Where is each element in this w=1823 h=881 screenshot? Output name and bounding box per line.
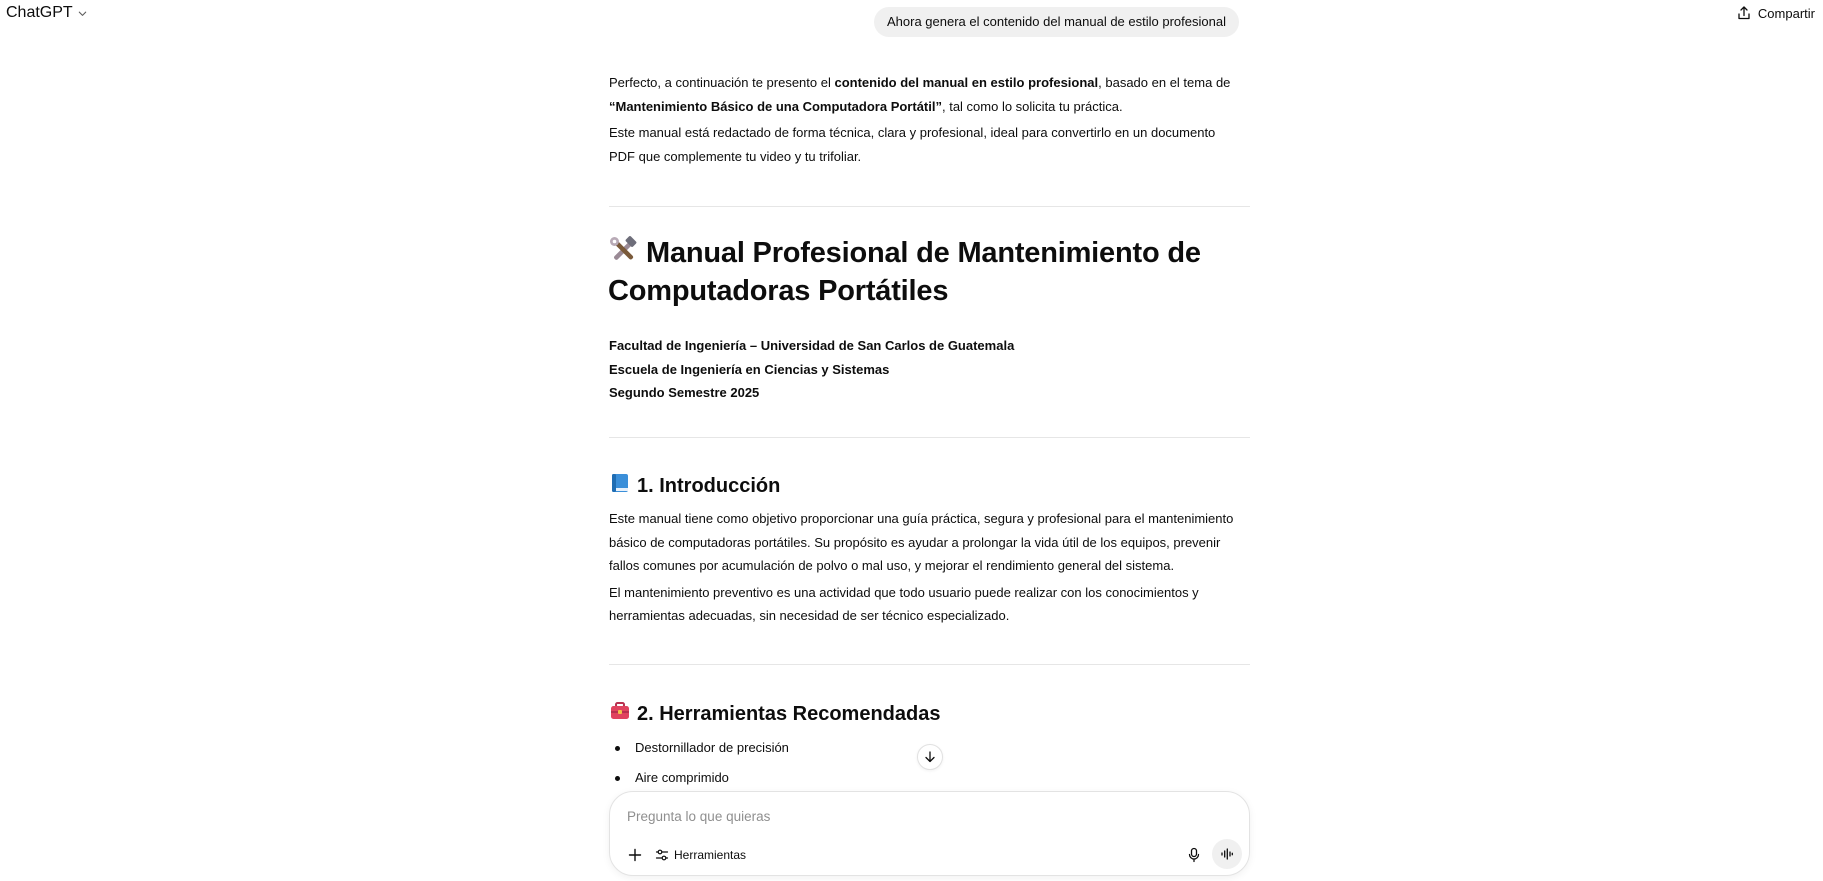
composer: Herramientas	[609, 791, 1250, 876]
manual-title: Manual Profesional de Mantenimiento de C…	[608, 235, 1268, 309]
section-1-body: Este manual tiene como objetivo proporci…	[609, 507, 1250, 628]
blue-book-icon	[609, 472, 631, 501]
section-1-paragraph-2: El mantenimiento preventivo es una activ…	[609, 581, 1250, 628]
dictate-button[interactable]	[1183, 844, 1205, 866]
plus-icon	[628, 848, 642, 862]
hammer-and-wrench-icon	[608, 235, 640, 274]
intro-text: PDF que complemente tu video y tu trifol…	[609, 148, 862, 164]
voice-mode-button[interactable]	[1212, 839, 1242, 869]
section-1-title: 1. Introducción	[637, 474, 781, 497]
list-item: Destornillador de precisión	[609, 735, 789, 765]
intro-text: Este manual está redactado de forma técn…	[609, 125, 1216, 140]
model-selector[interactable]: ChatGPT	[6, 4, 88, 22]
share-label: Compartir	[1757, 5, 1815, 21]
assistant-intro: Perfecto, a continuación te presento el …	[609, 71, 1250, 168]
section-2-heading: 2. Herramientas Recomendadas	[609, 700, 940, 729]
tools-list: Destornillador de precisión Aire comprim…	[609, 735, 789, 795]
body-text: básico de computadoras portátiles. Su pr…	[609, 534, 1221, 550]
intro-text: , tal como lo solicita tu práctica.	[941, 98, 1123, 114]
intro-text: Perfecto, a continuación te presento el	[609, 75, 835, 90]
section-2-title: 2. Herramientas Recomendadas	[637, 702, 941, 725]
tools-label: Herramientas	[674, 848, 747, 862]
body-text: herramientas adecuadas, sin necesidad de…	[609, 608, 1010, 623]
body-text: fallos comunes por acumulación de polvo …	[609, 558, 1175, 573]
divider	[609, 206, 1250, 207]
prompt-input[interactable]	[627, 804, 1227, 828]
intro-bold-text: contenido del manual en estilo profesion…	[834, 75, 1099, 90]
institution-info: Facultad de Ingeniería – Universidad de …	[609, 334, 1250, 405]
school-line: Escuela de Ingeniería en Ciencias y Sist…	[609, 361, 890, 377]
microphone-icon	[1188, 847, 1200, 863]
app-title: ChatGPT	[6, 4, 73, 21]
user-message-bubble: Ahora genera el contenido del manual de …	[874, 7, 1239, 37]
manual-title-line1: Manual Profesional de Mantenimiento de	[646, 237, 1201, 270]
section-1-paragraph-1: Este manual tiene como objetivo proporci…	[609, 507, 1250, 578]
add-attachment-button[interactable]	[624, 844, 646, 866]
chevron-down-icon	[78, 11, 86, 16]
share-icon	[1738, 6, 1750, 20]
share-button[interactable]: Compartir	[1736, 5, 1815, 21]
divider	[609, 437, 1250, 438]
scroll-to-bottom-button[interactable]	[917, 744, 943, 770]
intro-paragraph-2: Este manual está redactado de forma técn…	[609, 121, 1250, 168]
intro-text: , basado en el tema de	[1098, 75, 1231, 90]
toolbox-icon	[609, 700, 631, 729]
body-text: Este manual tiene como objetivo proporci…	[609, 511, 1234, 526]
intro-topic-bold: “Mantenimiento Básico de una Computadora…	[609, 98, 942, 114]
intro-paragraph-1: Perfecto, a continuación te presento el …	[609, 71, 1250, 118]
sliders-icon	[655, 849, 669, 861]
tools-button[interactable]: Herramientas	[655, 844, 746, 866]
section-1-heading: 1. Introducción	[609, 472, 780, 501]
arrow-down-icon	[925, 751, 935, 763]
body-text: El mantenimiento preventivo es una activ…	[609, 584, 1199, 600]
semester-line: Segundo Semestre 2025	[609, 385, 760, 400]
faculty-line: Facultad de Ingeniería – Universidad de …	[609, 338, 1015, 353]
waveform-icon	[1221, 848, 1233, 860]
divider	[609, 664, 1250, 665]
manual-title-line2: Computadoras Portátiles	[608, 275, 949, 307]
